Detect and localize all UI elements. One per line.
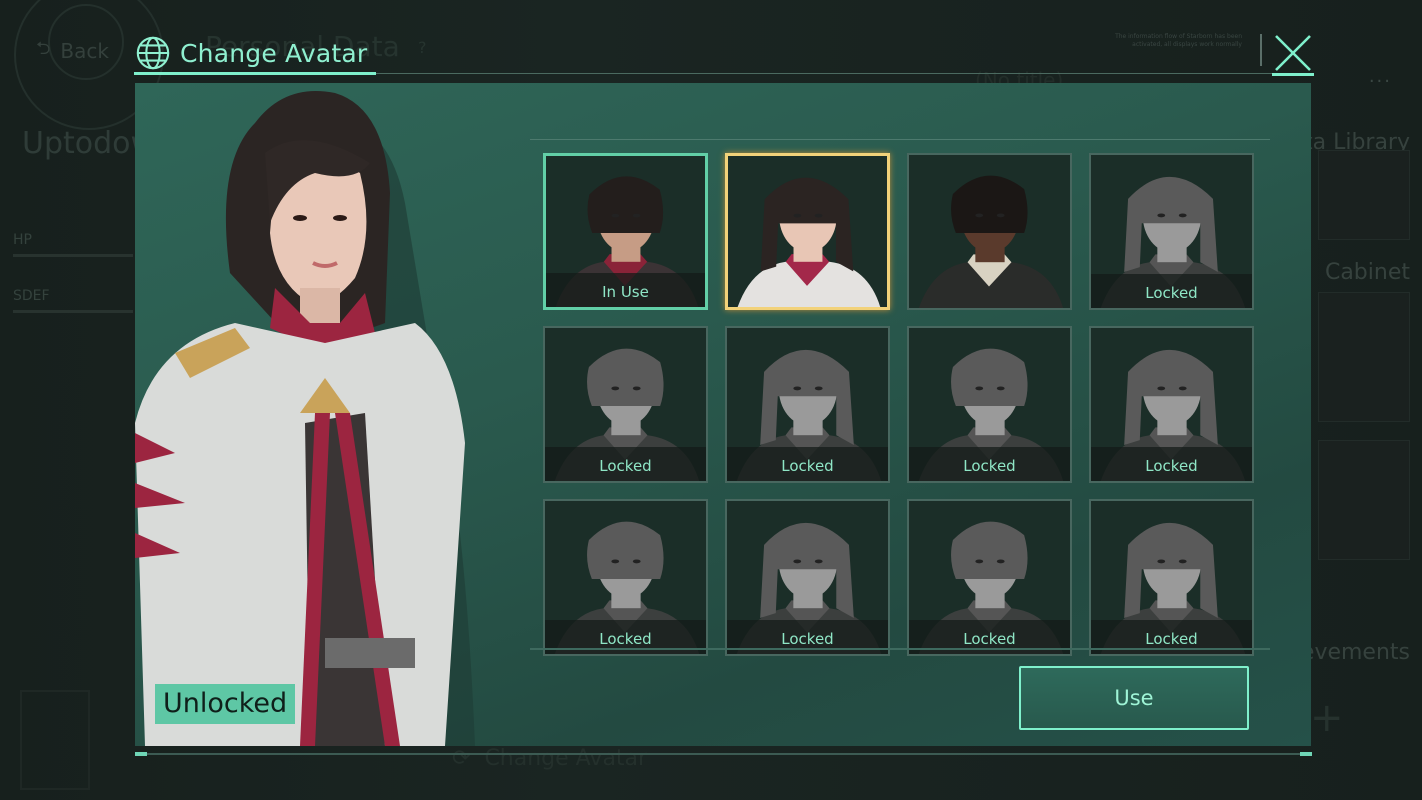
title-underline bbox=[134, 72, 376, 75]
avatar-option[interactable] bbox=[725, 153, 890, 310]
avatar-option[interactable]: In Use bbox=[543, 153, 708, 310]
avatar-preview bbox=[135, 83, 535, 746]
close-icon bbox=[1275, 35, 1311, 71]
avatar-option[interactable]: Locked bbox=[1089, 326, 1254, 483]
back-arrow-icon: ⮌ bbox=[36, 38, 51, 59]
character-illustration bbox=[135, 91, 475, 746]
next-arrow-icon: + bbox=[1310, 695, 1344, 741]
avatar-option[interactable]: Locked bbox=[907, 499, 1072, 656]
avatar-status-label: Locked bbox=[909, 447, 1070, 481]
close-divider bbox=[1260, 34, 1262, 66]
grid-divider bbox=[530, 139, 1270, 140]
avatar-grid: In Use Locked Locked Locked Locked Locked Lock… bbox=[543, 153, 1254, 656]
modal-title: Change Avatar bbox=[134, 34, 367, 72]
avatar-portrait bbox=[728, 156, 887, 307]
avatar-option[interactable]: Locked bbox=[543, 326, 708, 483]
status-badge: Unlocked bbox=[155, 684, 296, 724]
panel-bottom-line bbox=[135, 753, 1311, 755]
stat-sdef: SDEF bbox=[13, 288, 133, 313]
stat-hp: HP bbox=[13, 232, 133, 257]
avatar-option[interactable]: Locked bbox=[1089, 499, 1254, 656]
grid-divider bbox=[530, 648, 1270, 650]
panel-accent bbox=[1300, 752, 1312, 756]
globe-icon bbox=[136, 36, 170, 70]
use-button[interactable]: Use bbox=[1019, 666, 1249, 730]
section-box bbox=[1318, 292, 1410, 422]
avatar-portrait bbox=[909, 155, 1070, 308]
avatar-option[interactable] bbox=[907, 153, 1072, 310]
modal-title-text: Change Avatar bbox=[180, 38, 368, 68]
section-box bbox=[1318, 440, 1410, 560]
section-cabinet: Cabinet bbox=[1324, 260, 1410, 285]
panel-accent bbox=[135, 752, 147, 756]
avatar-status-label: Locked bbox=[1091, 447, 1252, 481]
avatar-status-label: Locked bbox=[545, 447, 706, 481]
background-change-avatar: ⟳ Change Avatar bbox=[452, 746, 648, 771]
header-divider bbox=[376, 73, 1314, 74]
section-box bbox=[1318, 150, 1410, 240]
avatar-option[interactable]: Locked bbox=[543, 499, 708, 656]
refresh-icon: ⟳ bbox=[452, 746, 471, 771]
avatar-status-label: In Use bbox=[546, 273, 705, 307]
logo-hex-icon bbox=[20, 690, 90, 790]
avatar-option[interactable]: Locked bbox=[1089, 153, 1254, 310]
close-button[interactable] bbox=[1272, 32, 1314, 76]
avatar-status-label: Locked bbox=[1091, 274, 1252, 308]
avatar-option[interactable]: Locked bbox=[725, 326, 890, 483]
modal-header: Change Avatar bbox=[134, 28, 1314, 76]
avatar-status-label: Locked bbox=[727, 447, 888, 481]
more-icon: ... bbox=[1368, 66, 1392, 87]
back-button: ⮌ Back bbox=[36, 36, 109, 66]
avatar-option[interactable]: Locked bbox=[725, 499, 890, 656]
avatar-option[interactable]: Locked bbox=[907, 326, 1072, 483]
